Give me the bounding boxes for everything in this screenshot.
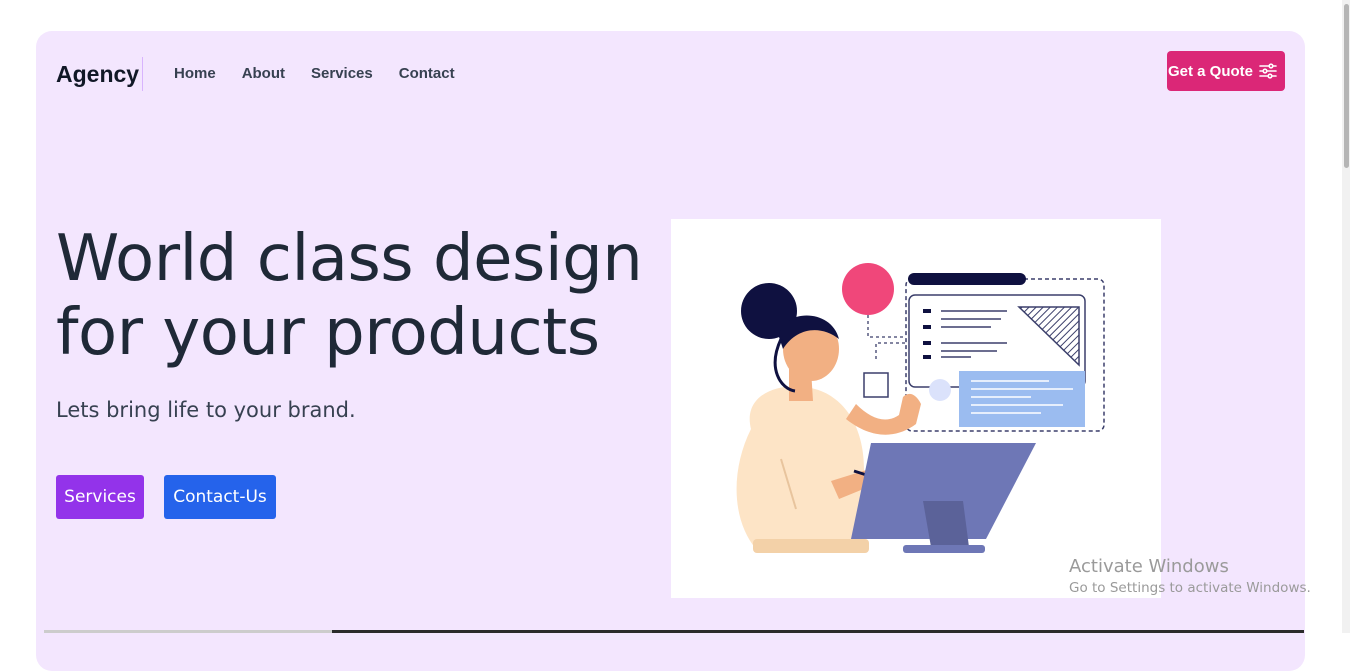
- nav-contact[interactable]: Contact: [399, 63, 455, 85]
- vertical-scrollbar[interactable]: [1342, 0, 1350, 633]
- hero-illustration: [671, 219, 1161, 598]
- brand-logo[interactable]: Agency: [56, 57, 144, 91]
- nav-home[interactable]: Home: [174, 63, 216, 85]
- activate-windows-subtitle: Go to Settings to activate Windows.: [1069, 580, 1311, 596]
- nav-about[interactable]: About: [242, 63, 285, 85]
- activate-windows-watermark: Activate Windows Go to Settings to activ…: [1069, 555, 1311, 597]
- main-nav: Home About Services Contact: [174, 63, 481, 85]
- get-a-quote-label: Get a Quote: [1168, 62, 1254, 80]
- hero-headline-line-1: World class design: [56, 222, 643, 296]
- hero-subtitle: Lets bring life to your brand.: [56, 398, 356, 422]
- hero-headline: World class design for your products: [56, 222, 676, 370]
- sliders-icon: [1259, 63, 1277, 79]
- activate-windows-title: Activate Windows: [1069, 556, 1229, 577]
- get-a-quote-button[interactable]: Get a Quote: [1167, 51, 1285, 91]
- scrollbar-thumb[interactable]: [1344, 4, 1349, 168]
- nav-services[interactable]: Services: [311, 63, 373, 85]
- hero-headline-line-2: for your products: [56, 296, 600, 370]
- contact-us-button[interactable]: Contact-Us: [164, 475, 276, 519]
- services-button[interactable]: Services: [56, 475, 144, 519]
